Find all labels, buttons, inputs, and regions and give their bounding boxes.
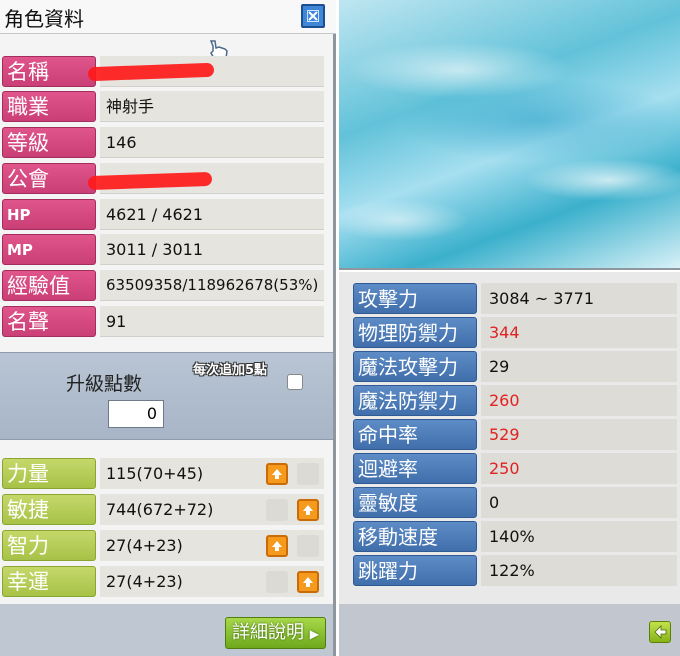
profile-label: 等級: [2, 127, 96, 158]
profile-row-name: 名稱: [0, 55, 328, 88]
profile-value: 3011 / 3011: [100, 234, 324, 265]
profile-row-job: 職業 神射手: [0, 90, 328, 123]
empty-slot: [266, 499, 288, 521]
ability-points-value: 0: [108, 400, 164, 428]
background-sky-image: [339, 0, 680, 270]
detail-value: 122%: [481, 555, 677, 586]
detail-label: 攻擊力: [353, 283, 477, 314]
detail-value: 140%: [481, 521, 677, 552]
dex-up-button[interactable]: [297, 499, 319, 521]
profile-label: 名稱: [2, 56, 96, 87]
detail-label: 魔法防禦力: [353, 385, 477, 416]
detail-value: 250: [481, 453, 677, 484]
profile-label: 職業: [2, 91, 96, 122]
detail-value: 29: [481, 351, 677, 382]
detail-stats-panel: 攻擊力 3084 ~ 3771 物理防禦力 344 魔法攻擊力 29 魔法防禦力…: [339, 272, 680, 656]
detail-value: 0: [481, 487, 677, 518]
detail-label: 跳躍力: [353, 555, 477, 586]
detail-value: 529: [481, 419, 677, 450]
close-icon: [307, 10, 319, 22]
detail-button[interactable]: 詳細說明 ▶: [225, 617, 326, 649]
detail-label: 移動速度: [353, 521, 477, 552]
stat-label: 智力: [2, 530, 96, 561]
detail-row: 靈敏度 0: [351, 486, 678, 519]
detail-row: 移動速度 140%: [351, 520, 678, 553]
profile-value: 91: [100, 306, 324, 337]
up-arrow-icon: [272, 469, 282, 479]
detail-label: 命中率: [353, 419, 477, 450]
profile-value: 神射手: [100, 91, 324, 122]
stat-value: 115(70+45): [100, 458, 324, 489]
right-footer: [339, 604, 680, 656]
str-up-button[interactable]: [266, 463, 288, 485]
profile-label: 名聲: [2, 306, 96, 337]
detail-value: 344: [481, 317, 677, 348]
profile-row-mp: MP 3011 / 3011: [0, 233, 328, 266]
stat-row-dex: 敏捷 744(672+72): [0, 493, 328, 526]
back-arrow-icon: [654, 625, 667, 639]
detail-row: 魔法防禦力 260: [351, 384, 678, 417]
luk-up-button[interactable]: [297, 571, 319, 593]
back-button[interactable]: [649, 621, 671, 643]
profile-row-hp: HP 4621 / 4621: [0, 198, 328, 231]
close-button[interactable]: [301, 4, 325, 28]
detail-label: 物理防禦力: [353, 317, 477, 348]
detail-row: 攻擊力 3084 ~ 3771: [351, 282, 678, 315]
detail-value: 3084 ~ 3771: [481, 283, 677, 314]
up-arrow-icon: [303, 577, 313, 587]
stat-value: 27(4+23): [100, 530, 324, 561]
auto-assign-label: 每次追加5點: [192, 363, 268, 378]
up-arrow-icon: [272, 541, 282, 551]
character-info-panel: 角色資料 名稱 職業 神射手 等級 146 公會 HP 4621 / 4621 …: [0, 0, 336, 656]
window-title: 角色資料: [4, 7, 84, 31]
detail-label: 魔法攻擊力: [353, 351, 477, 382]
profile-row-fame: 名聲 91: [0, 305, 328, 338]
detail-row: 魔法攻擊力 29: [351, 350, 678, 383]
stat-row-int: 智力 27(4+23): [0, 529, 328, 562]
auto-assign-checkbox[interactable]: [287, 374, 303, 390]
detail-row: 物理防禦力 344: [351, 316, 678, 349]
ability-points-label: 升級點數: [66, 373, 143, 395]
stat-label: 敏捷: [2, 494, 96, 525]
detail-label: 靈敏度: [353, 487, 477, 518]
empty-slot: [297, 463, 319, 485]
stat-value: 27(4+23): [100, 566, 324, 597]
profile-row-level: 等級 146: [0, 126, 328, 159]
chevron-right-icon: ▶: [309, 627, 319, 641]
detail-row: 迴避率 250: [351, 452, 678, 485]
stat-value: 744(672+72): [100, 494, 324, 525]
int-up-button[interactable]: [266, 535, 288, 557]
detail-value: 260: [481, 385, 677, 416]
stat-label: 力量: [2, 458, 96, 489]
detail-label: 迴避率: [353, 453, 477, 484]
profile-value: 146: [100, 127, 324, 158]
stat-label: 幸運: [2, 566, 96, 597]
profile-value: 63509358/118962678(53%): [100, 270, 324, 301]
profile-value: 4621 / 4621: [100, 199, 324, 230]
ability-points-section: 升級點數 0 每次追加5點: [0, 352, 333, 440]
empty-slot: [266, 571, 288, 593]
detail-row: 命中率 529: [351, 418, 678, 451]
profile-label: MP: [2, 234, 96, 265]
profile-label: 公會: [2, 163, 96, 194]
empty-slot: [297, 535, 319, 557]
profile-label: HP: [2, 199, 96, 230]
profile-row-exp: 經驗值 63509358/118962678(53%): [0, 269, 328, 302]
profile-label: 經驗值: [2, 270, 96, 301]
detail-button-label: 詳細說明: [232, 622, 304, 643]
profile-row-guild: 公會: [0, 162, 328, 195]
stat-row-luk: 幸運 27(4+23): [0, 565, 328, 598]
stat-row-str: 力量 115(70+45): [0, 457, 328, 490]
up-arrow-icon: [303, 505, 313, 515]
title-bar: 角色資料: [0, 0, 336, 34]
detail-row: 跳躍力 122%: [351, 554, 678, 587]
